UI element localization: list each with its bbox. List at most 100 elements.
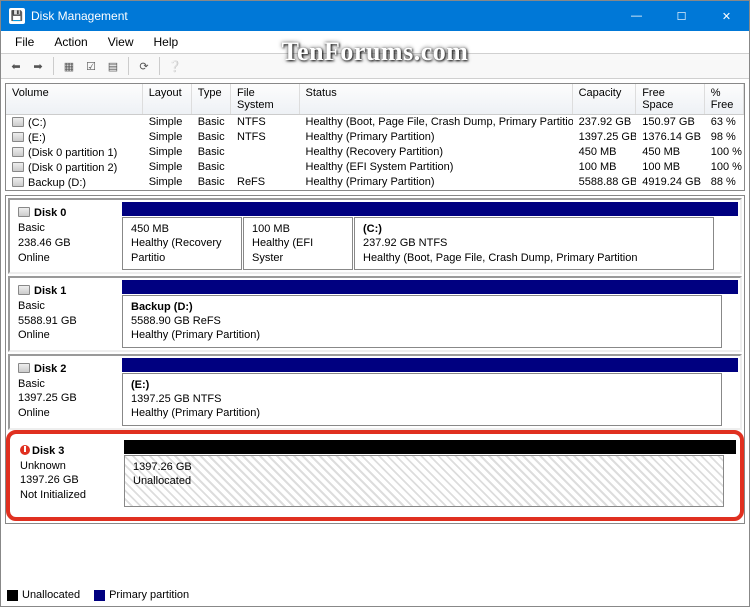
layout-icon[interactable]: ▤ (104, 57, 122, 75)
disk-state: Online (18, 406, 112, 421)
volume-status: Healthy (Recovery Partition) (300, 145, 573, 160)
disk-icon (18, 363, 30, 373)
volume-capacity: 5588.88 GB (573, 175, 637, 190)
error-icon (20, 445, 30, 455)
volume-name: (E:) (28, 132, 46, 144)
disk-row[interactable]: Disk 0Basic238.46 GBOnline450 MBHealthy … (8, 198, 742, 274)
close-button[interactable]: ✕ (704, 1, 749, 31)
disk-info: Disk 0Basic238.46 GBOnline (10, 200, 120, 272)
disk-stripe (122, 202, 738, 216)
table-view-icon[interactable]: ▦ (60, 57, 78, 75)
volume-layout: Simple (143, 175, 192, 190)
disk-icon (18, 207, 30, 217)
disk-size: 238.46 GB (18, 236, 112, 251)
partition-status: Healthy (Primary Partition) (131, 328, 713, 342)
partition-name: (C:) (363, 222, 705, 236)
volume-status: Healthy (Primary Partition) (300, 175, 573, 190)
disk-size: 1397.26 GB (20, 473, 114, 488)
volume-free: 4919.24 GB (636, 175, 705, 190)
volume-fs (231, 145, 300, 160)
window-title: Disk Management (31, 9, 614, 23)
col-freespace[interactable]: Free Space (636, 84, 705, 114)
properties-icon[interactable]: ☑ (82, 57, 100, 75)
menu-view[interactable]: View (98, 33, 144, 51)
menu-help[interactable]: Help (144, 33, 189, 51)
disk-state: Not Initialized (20, 488, 114, 503)
legend-primary-box (94, 590, 105, 601)
maximize-button[interactable]: ☐ (659, 1, 704, 31)
volume-icon (12, 147, 24, 157)
volume-free: 450 MB (636, 145, 705, 160)
legend-primary-label: Primary partition (109, 589, 189, 601)
disk-info: Disk 1Basic5588.91 GBOnline (10, 278, 120, 350)
disk-name: Disk 1 (34, 285, 66, 297)
volume-list: Volume Layout Type File System Status Ca… (5, 83, 745, 191)
disk-row[interactable]: Disk 1Basic5588.91 GBOnlineBackup (D:)55… (8, 276, 742, 352)
volume-name: (C:) (28, 117, 46, 129)
volume-fs (231, 160, 300, 175)
col-layout[interactable]: Layout (143, 84, 192, 114)
col-volume[interactable]: Volume (6, 84, 143, 114)
volume-icon (12, 132, 24, 142)
disk-graph: 450 MBHealthy (Recovery Partitio100 MBHe… (120, 200, 740, 272)
col-filesystem[interactable]: File System (231, 84, 300, 114)
partition-status: Healthy (Recovery Partitio (131, 236, 233, 265)
volume-pct: 98 % (705, 130, 744, 145)
col-type[interactable]: Type (192, 84, 231, 114)
volume-row[interactable]: (Disk 0 partition 2)SimpleBasicHealthy (… (6, 160, 744, 175)
disk-stripe (122, 280, 738, 294)
volume-icon (12, 117, 24, 127)
partition-block[interactable]: Backup (D:)5588.90 GB ReFSHealthy (Prima… (122, 295, 722, 348)
volume-capacity: 100 MB (573, 160, 637, 175)
volume-row[interactable]: (C:)SimpleBasicNTFSHealthy (Boot, Page F… (6, 115, 744, 130)
help-icon[interactable]: ❔ (166, 57, 184, 75)
partition-block[interactable]: 1397.26 GBUnallocated (124, 455, 724, 507)
col-capacity[interactable]: Capacity (573, 84, 637, 114)
menu-file[interactable]: File (5, 33, 44, 51)
disk-graph: (E:)1397.25 GB NTFSHealthy (Primary Part… (120, 356, 740, 428)
menu-action[interactable]: Action (44, 33, 97, 51)
partition-status: Healthy (EFI Syster (252, 236, 344, 265)
volume-capacity: 450 MB (573, 145, 637, 160)
disk-row[interactable]: Disk 3Unknown1397.26 GBNot Initialized13… (8, 432, 742, 519)
volume-name: (Disk 0 partition 2) (28, 162, 117, 174)
minimize-button[interactable]: — (614, 1, 659, 31)
forward-icon[interactable]: ➡ (29, 57, 47, 75)
disk-row[interactable]: Disk 2Basic1397.25 GBOnline(E:)1397.25 G… (8, 354, 742, 430)
col-pctfree[interactable]: % Free (705, 84, 744, 114)
disk-type: Basic (18, 221, 112, 236)
back-icon[interactable]: ⬅ (7, 57, 25, 75)
partition-size: 5588.90 GB ReFS (131, 314, 713, 328)
partition-size: 237.92 GB NTFS (363, 236, 705, 250)
partition-block[interactable]: 450 MBHealthy (Recovery Partitio (122, 217, 242, 270)
volume-name: Backup (D:) (28, 177, 86, 189)
disk-graph: 1397.26 GBUnallocated (122, 438, 738, 509)
disk-size: 5588.91 GB (18, 314, 112, 329)
volume-icon (12, 162, 24, 172)
volume-pct: 100 % (705, 160, 744, 175)
volume-pct: 100 % (705, 145, 744, 160)
volume-pct: 88 % (705, 175, 744, 190)
partition-size: 1397.26 GB (133, 460, 715, 474)
volume-free: 100 MB (636, 160, 705, 175)
partition-block[interactable]: (C:)237.92 GB NTFSHealthy (Boot, Page Fi… (354, 217, 714, 270)
volume-row[interactable]: Backup (D:) SimpleBasicReFSHealthy (Prima… (6, 175, 744, 190)
volume-layout: Simple (143, 130, 192, 145)
disk-info: Disk 3Unknown1397.26 GBNot Initialized (12, 438, 122, 509)
volume-pct: 63 % (705, 115, 744, 130)
volume-type: Basic (192, 145, 231, 160)
volume-row[interactable]: (E:)SimpleBasicNTFSHealthy (Primary Part… (6, 130, 744, 145)
disk-graphical-view: Disk 0Basic238.46 GBOnline450 MBHealthy … (5, 195, 745, 524)
col-status[interactable]: Status (300, 84, 573, 114)
volume-fs: ReFS (231, 175, 300, 190)
volume-type: Basic (192, 175, 231, 190)
partition-name: Backup (D:) (131, 300, 713, 314)
menubar: File Action View Help (1, 31, 749, 54)
partition-block[interactable]: 100 MBHealthy (EFI Syster (243, 217, 353, 270)
volume-row[interactable]: (Disk 0 partition 1)SimpleBasicHealthy (… (6, 145, 744, 160)
refresh-icon[interactable]: ⟳ (135, 57, 153, 75)
toolbar: ⬅ ➡ ▦ ☑ ▤ ⟳ ❔ (1, 54, 749, 79)
partition-block[interactable]: (E:)1397.25 GB NTFSHealthy (Primary Part… (122, 373, 722, 426)
disk-type: Basic (18, 299, 112, 314)
app-icon: 💾 (9, 8, 25, 24)
